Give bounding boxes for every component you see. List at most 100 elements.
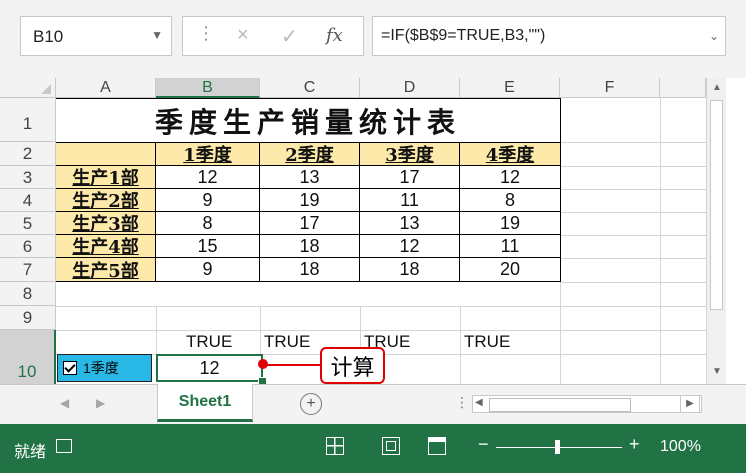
data-cell[interactable]: 18 [260, 235, 360, 258]
flag-cell[interactable]: TRUE [464, 330, 560, 354]
ready-status: 就绪 [14, 444, 47, 461]
header-cell-q2[interactable]: 2季度 [260, 142, 360, 166]
gridline [56, 306, 706, 307]
data-cell[interactable]: 9 [156, 258, 260, 282]
department-name-cell[interactable]: 生产3部 [56, 212, 156, 235]
enter-icon[interactable]: ✓ [281, 24, 298, 49]
row-header-7[interactable]: 7 [0, 258, 56, 282]
data-cell[interactable]: 12 [360, 235, 460, 258]
tab-sheet1[interactable]: Sheet1 [157, 384, 253, 422]
zoom-out-icon[interactable]: − [478, 434, 489, 455]
data-cell[interactable]: 15 [156, 235, 260, 258]
department-name-cell[interactable]: 生产4部 [56, 235, 156, 258]
name-box-value: B10 [33, 27, 64, 46]
zoom-in-icon[interactable]: + [629, 434, 640, 455]
quarter-checkbox[interactable]: 1季度 [57, 354, 152, 382]
insert-function-icon[interactable]: fx [326, 25, 343, 46]
row-header-6[interactable]: 6 [0, 235, 56, 258]
row-header-9[interactable]: 9 [0, 306, 56, 330]
data-cell[interactable]: 19 [260, 189, 360, 212]
data-cell[interactable]: 11 [460, 235, 561, 258]
department-name-cell[interactable]: 生产5部 [56, 258, 156, 282]
data-cell[interactable]: 17 [360, 166, 460, 189]
column-header-d[interactable]: D [360, 78, 460, 98]
header-cell-empty[interactable] [56, 142, 156, 166]
scroll-down-icon[interactable]: ▼ [710, 366, 724, 380]
data-cell[interactable]: 8 [460, 189, 561, 212]
sheet-title[interactable]: 季度生产销量统计表 [56, 98, 561, 142]
formula-text: =IF($B$9=TRUE,B3,"") [381, 27, 546, 44]
tab-splitter-icon[interactable]: ⋮ [455, 394, 469, 411]
data-cell[interactable]: 17 [260, 212, 360, 235]
row-header-8[interactable]: 8 [0, 282, 56, 306]
data-cell[interactable]: 19 [460, 212, 561, 235]
gridline [561, 258, 706, 259]
horizontal-scrollbar[interactable]: ◀ [472, 395, 702, 413]
row-header-5[interactable]: 5 [0, 212, 56, 235]
column-header-e[interactable]: E [460, 78, 560, 98]
data-cell[interactable]: 12 [460, 166, 561, 189]
column-header-a[interactable]: A [56, 78, 156, 98]
select-all-button[interactable] [0, 78, 56, 98]
column-header-g[interactable] [660, 78, 706, 98]
data-cell[interactable]: 18 [260, 258, 360, 282]
excel-window: B10 ▼ ⋮ × ✓ fx =IF($B$9=TRUE,B3,"") ⌄ A … [0, 0, 746, 473]
page-break-view-icon[interactable] [428, 437, 446, 455]
column-header-b[interactable]: B [156, 78, 260, 98]
vertical-scrollbar[interactable]: ▲ ▼ [706, 78, 726, 384]
gridline [561, 166, 706, 167]
data-cell[interactable]: 12 [156, 166, 260, 189]
gridline [561, 142, 706, 143]
data-cell[interactable]: 18 [360, 258, 460, 282]
zoom-slider-handle[interactable] [555, 440, 560, 454]
header-cell-q4[interactable]: 4季度 [460, 142, 561, 166]
scroll-thumb[interactable] [710, 100, 723, 310]
data-cell[interactable]: 11 [360, 189, 460, 212]
formula-input[interactable]: =IF($B$9=TRUE,B3,"") ⌄ [372, 16, 726, 56]
column-header-c[interactable]: C [260, 78, 360, 98]
prev-sheet-icon[interactable]: ◀ [60, 396, 69, 410]
data-cell[interactable]: 20 [460, 258, 561, 282]
zoom-level[interactable]: 100% [660, 438, 701, 456]
drag-handle-icon[interactable]: ⋮ [197, 23, 215, 44]
data-cell[interactable]: 9 [156, 189, 260, 212]
h-scroll-thumb[interactable] [489, 398, 631, 412]
flag-cell[interactable]: TRUE [186, 330, 260, 354]
callout-line [263, 364, 320, 366]
expand-formula-bar-icon[interactable]: ⌄ [709, 29, 719, 43]
callout-dot [258, 359, 268, 369]
selected-cell-b10[interactable]: 12 [156, 354, 263, 382]
header-cell-q1[interactable]: 1季度 [156, 142, 260, 166]
department-name-cell[interactable]: 生产1部 [56, 166, 156, 189]
row-header-2[interactable]: 2 [0, 142, 56, 166]
row-header-10[interactable]: 10 [0, 330, 56, 384]
chevron-down-icon[interactable]: ▼ [151, 28, 163, 42]
scroll-left-icon[interactable]: ◀ [475, 397, 483, 408]
page-layout-view-icon[interactable] [382, 437, 400, 455]
scroll-right-icon[interactable]: ▶ [680, 395, 700, 413]
next-sheet-icon[interactable]: ▶ [96, 396, 105, 410]
data-cell[interactable]: 13 [260, 166, 360, 189]
macro-record-icon[interactable] [56, 439, 72, 453]
add-sheet-icon[interactable]: + [300, 393, 322, 415]
formula-buttons: ⋮ × ✓ fx [182, 16, 364, 56]
formula-bar: B10 ▼ ⋮ × ✓ fx =IF($B$9=TRUE,B3,"") ⌄ [0, 0, 746, 78]
gridline [460, 306, 461, 384]
name-box[interactable]: B10 ▼ [20, 16, 172, 56]
data-cell[interactable]: 13 [360, 212, 460, 235]
scroll-up-icon[interactable]: ▲ [710, 82, 724, 96]
department-name-cell[interactable]: 生产2部 [56, 189, 156, 212]
row-header-1[interactable]: 1 [0, 98, 56, 142]
checkbox-label: 1季度 [83, 360, 119, 376]
status-bar: 就绪 − + 100% [0, 424, 746, 473]
row-header-4[interactable]: 4 [0, 189, 56, 212]
row-header-3[interactable]: 3 [0, 166, 56, 189]
gridline [561, 189, 706, 190]
data-cell[interactable]: 8 [156, 212, 260, 235]
gridline [156, 306, 157, 354]
cancel-icon[interactable]: × [237, 24, 249, 47]
checkbox-checked-icon[interactable] [63, 361, 77, 375]
column-header-f[interactable]: F [560, 78, 660, 98]
header-cell-q3[interactable]: 3季度 [360, 142, 460, 166]
normal-view-icon[interactable] [326, 437, 344, 455]
